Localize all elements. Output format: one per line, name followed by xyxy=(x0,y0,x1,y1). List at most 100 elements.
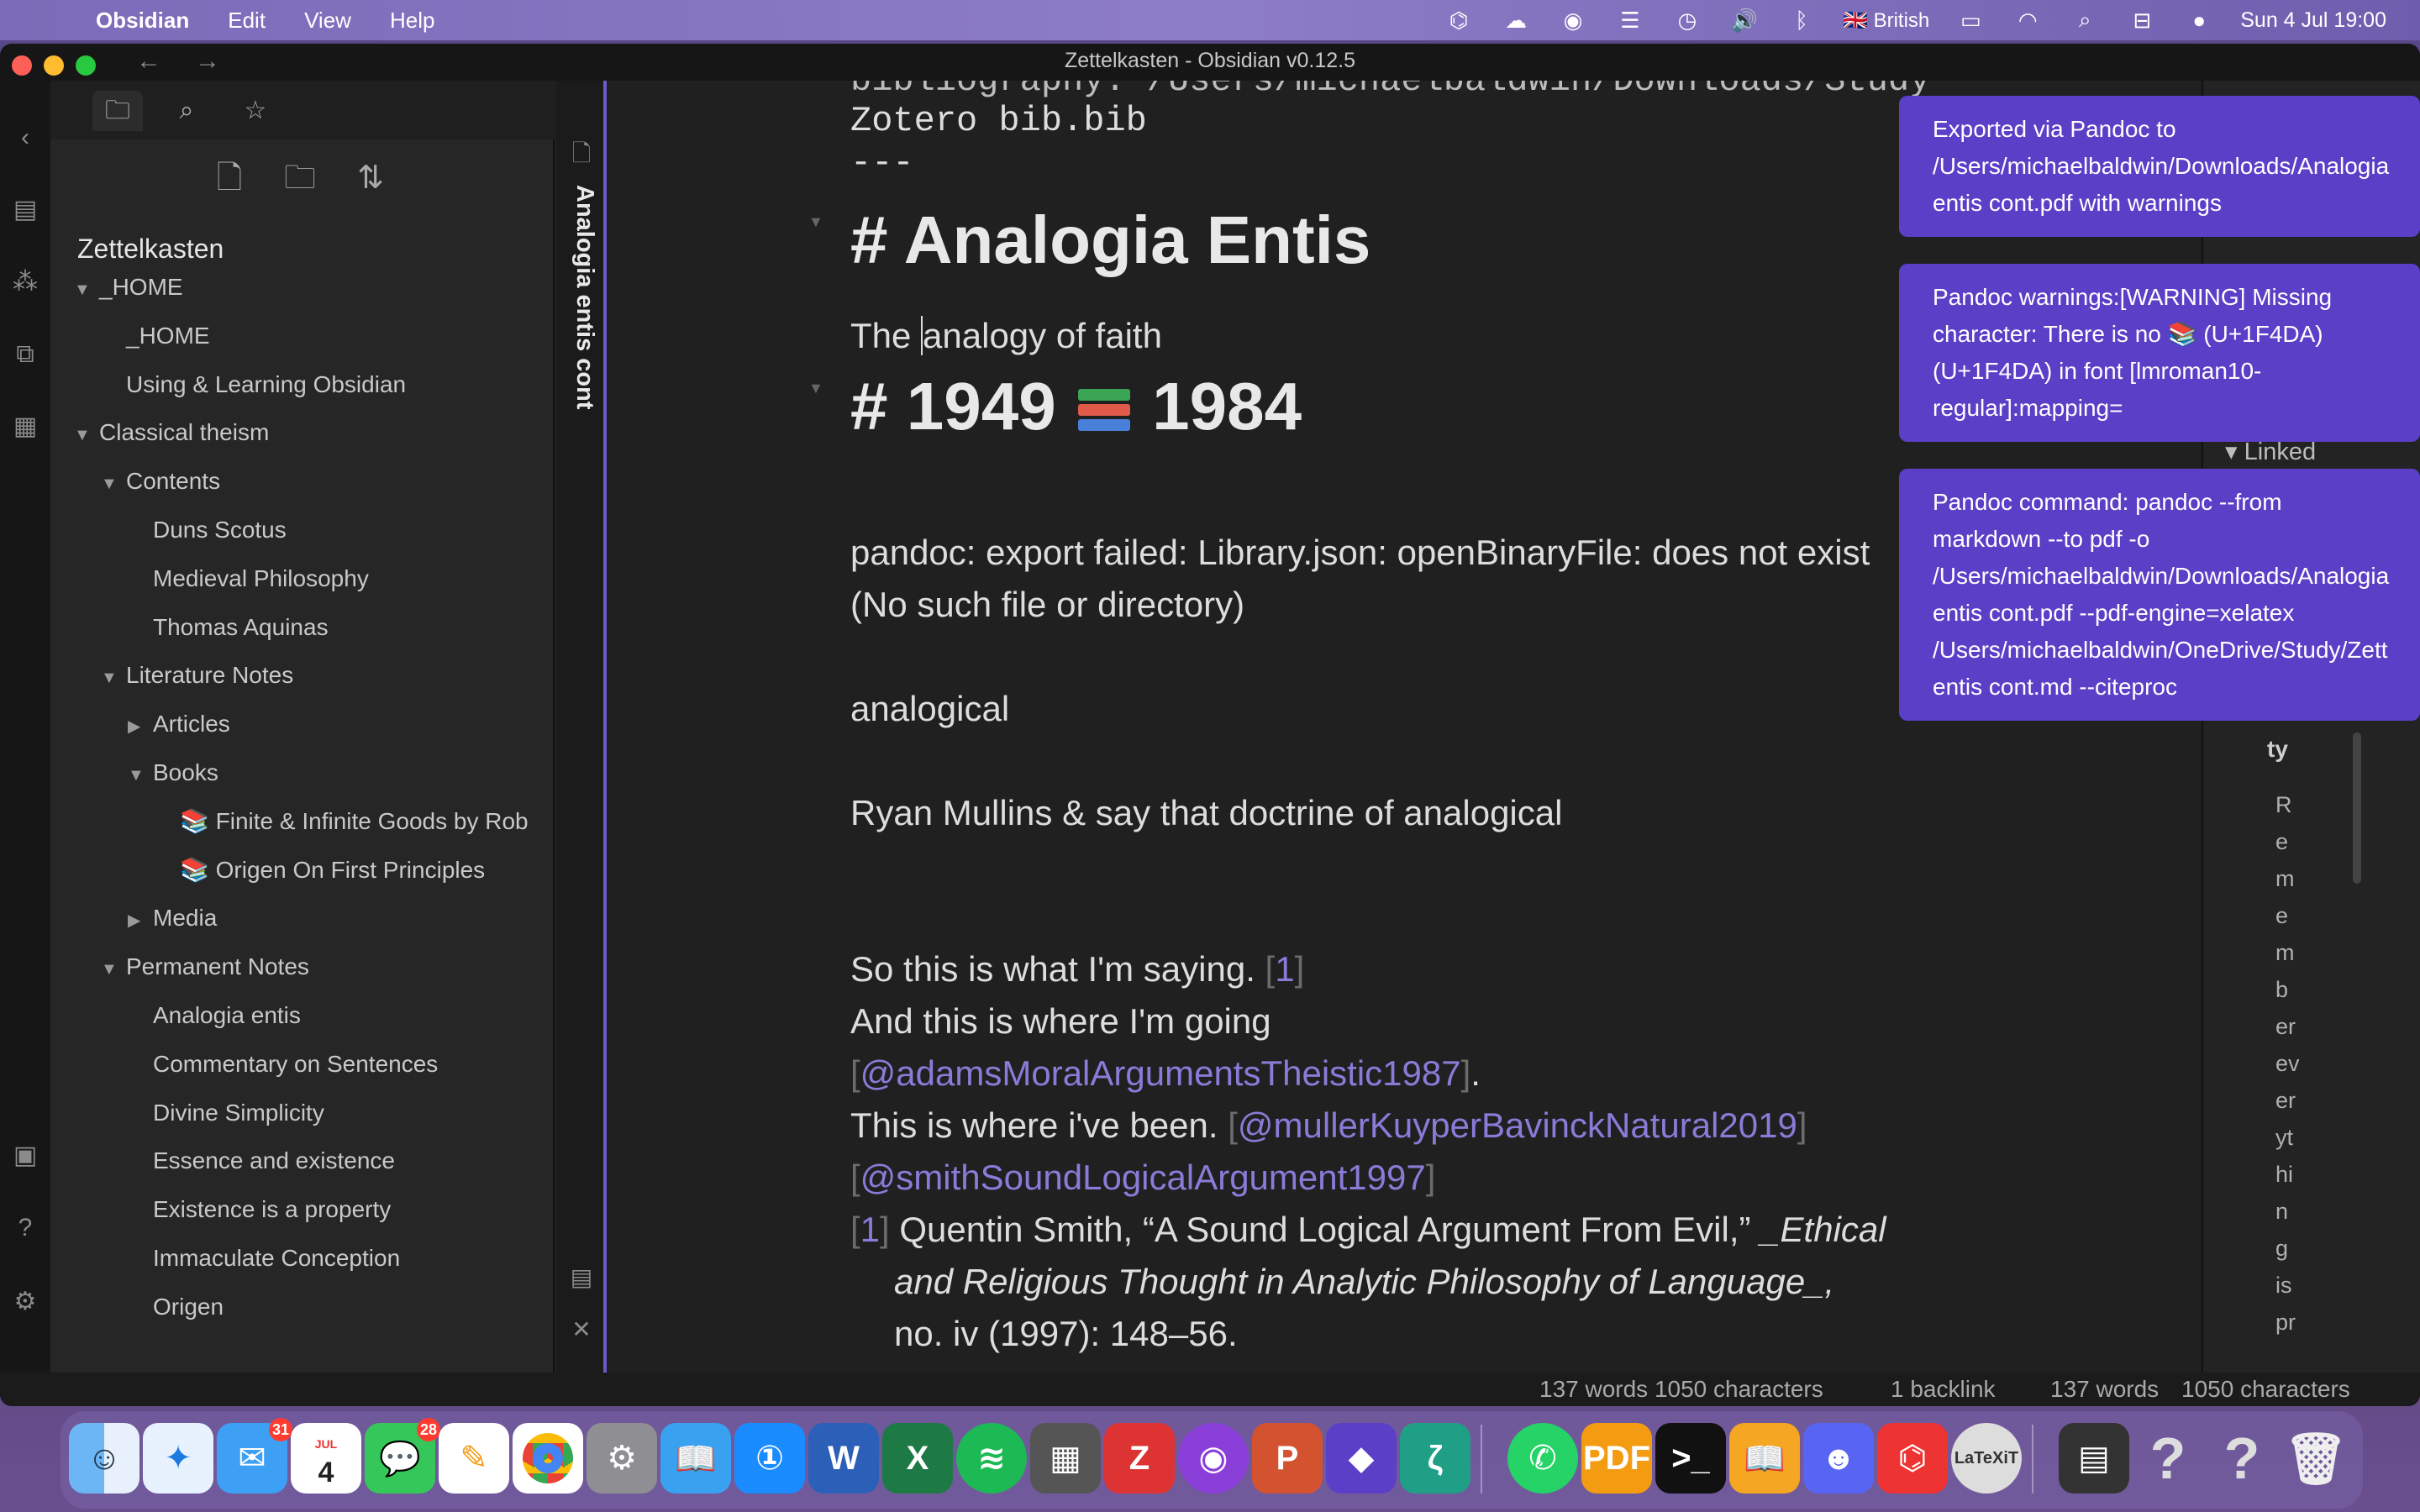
calculator-icon[interactable]: ▦ xyxy=(1030,1423,1101,1494)
settings-gear-icon[interactable]: ⚙ xyxy=(10,1287,40,1317)
file-tree-item[interactable]: ▶ Media xyxy=(128,896,544,940)
been-line[interactable]: This is where i've been. [@mullerKuyperB… xyxy=(850,1105,1807,1146)
file-tree-item[interactable]: Existence is a property xyxy=(128,1188,544,1231)
notice-command[interactable]: Pandoc command: pandoc --from markdown --… xyxy=(1899,469,2420,721)
analogical-line[interactable]: analogical xyxy=(850,689,1009,729)
frontmatter-zotero[interactable]: Zotero bib.bib xyxy=(850,101,1147,141)
saying-line[interactable]: So this is what I'm saying. [1] xyxy=(850,949,1304,990)
graph-view-icon[interactable]: ⁂ xyxy=(10,267,40,297)
file-tree-item[interactable]: 📚 Origen On First Principles xyxy=(155,848,544,892)
fold-arrow-icon[interactable]: ▼ xyxy=(808,213,823,231)
pandoc-error-line[interactable]: pandoc: export failed: Library.json: ope… xyxy=(850,533,1870,573)
frontmatter-end[interactable]: --- xyxy=(850,143,914,183)
search-tab-icon[interactable]: ⌕ xyxy=(161,91,212,131)
file-tree-item[interactable]: ▶ Articles xyxy=(128,702,544,746)
podcasts-icon[interactable]: ◉ xyxy=(1178,1423,1249,1494)
notice-export[interactable]: Exported via Pandoc to/Users/michaelbald… xyxy=(1899,96,2420,237)
footnote-reference-link[interactable]: 1 xyxy=(1275,949,1294,989)
menu-edit[interactable]: Edit xyxy=(228,8,266,34)
finder-icon[interactable]: ☺ xyxy=(69,1423,139,1494)
menu-clock[interactable]: Sun 4 Jul 19:00 xyxy=(2240,8,2386,33)
menu-app-name[interactable]: Obsidian xyxy=(96,8,189,34)
analogy-line[interactable]: The analogy of faith xyxy=(850,316,1162,356)
whatsapp-icon[interactable]: ✆ xyxy=(1507,1423,1578,1494)
trash-icon[interactable]: 🗑 xyxy=(2281,1423,2351,1494)
file-tree-item[interactable]: Origen xyxy=(128,1285,544,1329)
zotero-icon[interactable]: Z xyxy=(1104,1423,1175,1494)
heading-analogia-entis[interactable]: # Analogia Entis xyxy=(850,202,1370,279)
file-tree-item[interactable]: Essence and existence xyxy=(128,1139,544,1183)
new-folder-icon[interactable]: 🗀 xyxy=(279,155,321,202)
terminal-icon[interactable]: >_ xyxy=(1655,1423,1726,1494)
cloud-sync-icon[interactable]: ☁ xyxy=(1500,8,1532,33)
reading-view-icon[interactable]: ▤ xyxy=(566,1263,597,1291)
toolbox-icon[interactable]: ⌬ xyxy=(1443,8,1475,33)
time-machine-icon[interactable]: ◷ xyxy=(1671,8,1703,33)
backlink-count[interactable]: 1 backlink xyxy=(1891,1376,1996,1403)
zettlr-icon[interactable]: ζ xyxy=(1400,1423,1470,1494)
collapse-sidebar-icon[interactable]: ‹ xyxy=(10,123,40,153)
pages-icon[interactable]: ✎ xyxy=(439,1423,509,1494)
messages-icon[interactable]: 💬 28 xyxy=(365,1418,440,1494)
file-tree-item[interactable]: Immaculate Conception xyxy=(128,1236,544,1280)
frontmatter-bibliography[interactable]: bibliography: /Users/michaelbaldwin/Down… xyxy=(850,81,1930,101)
mullins-line[interactable]: Ryan Mullins & say that doctrine of anal… xyxy=(850,793,1562,833)
powerpoint-icon[interactable]: P xyxy=(1252,1423,1323,1494)
file-tree-item[interactable]: ▼ Books xyxy=(128,751,544,795)
chrome-icon[interactable] xyxy=(513,1423,583,1494)
footnote-line-2[interactable]: and Religious Thought in Analytic Philos… xyxy=(894,1262,1834,1302)
latexit-icon[interactable]: LaTeXiT xyxy=(1951,1423,2022,1494)
vault-name[interactable]: Zettelkasten xyxy=(77,234,224,265)
volume-icon[interactable]: 🔊 xyxy=(1728,8,1760,33)
pdf-expert-icon[interactable]: PDF xyxy=(1581,1423,1652,1494)
file-tree-item[interactable]: Thomas Aquinas xyxy=(128,606,544,649)
smith-citation-line[interactable]: [@smithSoundLogicalArgument1997] xyxy=(850,1158,1435,1198)
siri-icon[interactable]: ● xyxy=(2183,8,2215,33)
file-tree-item[interactable]: Medieval Philosophy xyxy=(128,557,544,601)
battery-icon[interactable]: ▭ xyxy=(1954,8,1986,33)
file-tree-item[interactable]: Analogia entis xyxy=(128,994,544,1037)
starred-tab-star-icon[interactable]: ☆ xyxy=(230,91,281,131)
citation-adams-link[interactable]: @adamsMoralArgumentsTheistic1987 xyxy=(860,1053,1461,1093)
file-tree-item[interactable]: Commentary on Sentences xyxy=(128,1042,544,1086)
play-circle-icon[interactable]: ◉ xyxy=(1557,8,1589,33)
file-tree-item[interactable]: Divine Simplicity xyxy=(128,1091,544,1135)
mail-icon[interactable]: ✉ 31 xyxy=(217,1418,292,1494)
kindle-icon[interactable]: 📖 xyxy=(660,1423,731,1494)
spotify-icon[interactable]: ≋ xyxy=(956,1423,1027,1494)
wifi-icon[interactable]: ◠ xyxy=(2012,8,2044,33)
adams-citation-line[interactable]: [@adamsMoralArgumentsTheistic1987]. xyxy=(850,1053,1481,1094)
calendar-icon[interactable]: JUL 4 xyxy=(291,1423,361,1494)
quick-switcher-icon[interactable]: ▤ xyxy=(10,195,40,225)
tree-toggle-arrow-icon[interactable]: ▶ xyxy=(128,705,153,746)
minimized-window-icon[interactable]: ▤ xyxy=(2059,1423,2129,1494)
input-source[interactable]: 🇬🇧 British xyxy=(1843,8,1929,33)
safari-icon[interactable]: ✦ xyxy=(143,1423,213,1494)
file-tree-item[interactable]: ▼ Literature Notes xyxy=(101,654,544,697)
footnote-number-link[interactable]: 1 xyxy=(860,1210,880,1249)
tree-toggle-arrow-icon[interactable]: ▶ xyxy=(128,899,153,940)
control-center-icon[interactable]: ⊟ xyxy=(2126,8,2158,33)
kanban-icon[interactable]: ▦ xyxy=(10,412,40,442)
bluetooth-icon[interactable]: ᛒ xyxy=(1786,8,1818,33)
note-tab-title[interactable]: Analogia entis cont xyxy=(565,185,598,409)
stack-icon[interactable]: ☰ xyxy=(1614,8,1646,33)
toolbox-app-icon[interactable]: ⌬ xyxy=(1877,1423,1948,1494)
slides-icon[interactable]: ⧉ xyxy=(10,339,40,370)
tree-toggle-arrow-icon[interactable]: ▼ xyxy=(101,462,126,503)
backlink-snippet[interactable]: Re m e m b er ev er yt hi n g is pr xyxy=(2275,786,2300,1341)
vault-icon[interactable]: ▣ xyxy=(10,1141,40,1171)
help-icon[interactable]: ? xyxy=(10,1213,40,1243)
system-preferences-icon[interactable]: ⚙ xyxy=(587,1423,657,1494)
close-pane-icon[interactable]: ✕ xyxy=(566,1315,597,1343)
help-question-icon[interactable]: ? xyxy=(2207,1423,2277,1494)
footnote-line-3[interactable]: no. iv (1997): 148–56. xyxy=(894,1314,1238,1354)
footnote-line-1[interactable]: [1] Quentin Smith, “A Sound Logical Argu… xyxy=(850,1210,1886,1250)
note-file-icon[interactable]: 🗋 xyxy=(566,136,597,176)
help-question-icon[interactable]: ? xyxy=(2133,1423,2203,1494)
books-app-icon[interactable]: 📖 xyxy=(1729,1423,1800,1494)
new-note-icon[interactable]: 🗋 xyxy=(208,155,250,202)
tree-toggle-arrow-icon[interactable]: ▼ xyxy=(128,753,153,795)
pandoc-error-line-2[interactable]: (No such file or directory) xyxy=(850,585,1244,625)
fold-arrow-icon[interactable]: ▼ xyxy=(808,380,823,397)
